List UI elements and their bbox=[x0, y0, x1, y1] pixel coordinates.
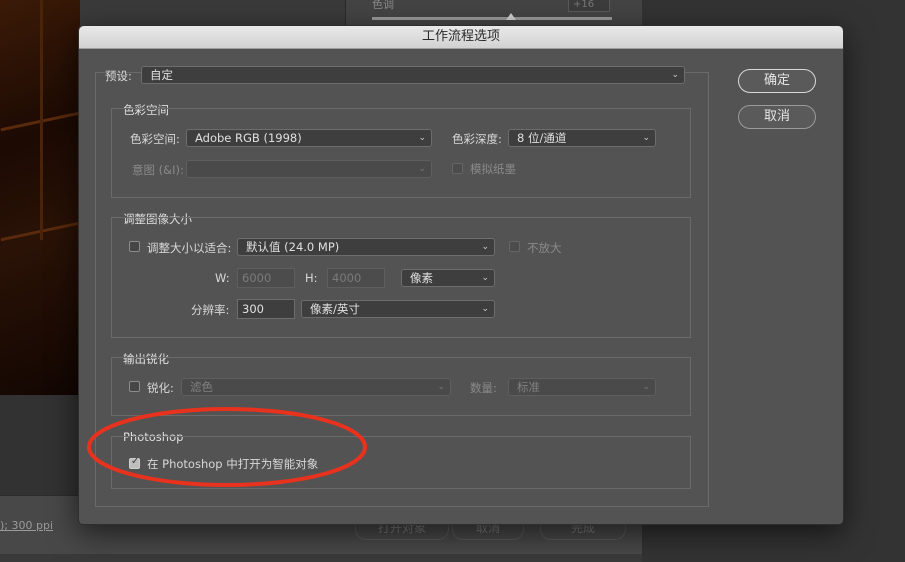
preset-value: 自定 bbox=[150, 68, 173, 82]
ok-button[interactable]: 确定 bbox=[738, 69, 816, 93]
chevron-down-icon: ⌄ bbox=[642, 382, 650, 392]
sharpen-select: 滤色 ⌄ bbox=[181, 378, 451, 396]
width-field: 6000 bbox=[237, 268, 295, 288]
sharpen-label: 锐化: bbox=[147, 381, 174, 395]
resolution-label: 分辨率: bbox=[191, 303, 230, 317]
resolution-unit-value: 像素/英寸 bbox=[310, 302, 360, 316]
dont-enlarge-label: 不放大 bbox=[527, 241, 562, 255]
intent-select: ⌄ bbox=[186, 160, 432, 178]
workflow-options-dialog: 工作流程选项 预设: 自定 ⌄ 色彩空间 色彩空间: Adobe RGB (19… bbox=[78, 25, 844, 525]
chevron-down-icon: ⌄ bbox=[481, 273, 489, 283]
cancel-button[interactable]: 取消 bbox=[738, 105, 816, 129]
smart-object-label: 在 Photoshop 中打开为智能对象 bbox=[147, 457, 319, 471]
tone-slider-track bbox=[372, 17, 612, 20]
width-label: W: bbox=[215, 271, 230, 285]
background-strip bbox=[0, 395, 80, 495]
chevron-down-icon: ⌄ bbox=[418, 164, 426, 174]
color-space-select[interactable]: Adobe RGB (1998) ⌄ bbox=[186, 129, 432, 147]
photo-detail bbox=[40, 0, 43, 240]
height-label: H: bbox=[305, 271, 318, 285]
tone-label: 色调 bbox=[372, 0, 394, 11]
background-photo bbox=[0, 0, 80, 395]
intent-label: 意图 (&I): bbox=[132, 163, 184, 177]
height-field: 4000 bbox=[327, 268, 385, 288]
color-space-group bbox=[111, 108, 691, 198]
background-tone-slider: 色调 +16 bbox=[360, 0, 615, 26]
resolution-field[interactable]: 300 bbox=[237, 299, 295, 319]
resize-to-fit-label: 调整大小以适合: bbox=[147, 241, 232, 255]
simulate-paper-checkbox bbox=[452, 163, 463, 174]
sharpen-value: 滤色 bbox=[190, 380, 213, 394]
size-unit-select[interactable]: 像素 ⌄ bbox=[401, 269, 495, 287]
resolution-unit-select[interactable]: 像素/英寸 ⌄ bbox=[301, 300, 495, 318]
simulate-paper-label: 模拟纸墨 bbox=[470, 162, 516, 176]
color-depth-value: 8 位/通道 bbox=[517, 131, 567, 145]
sharpen-checkbox[interactable] bbox=[129, 381, 140, 392]
amount-select: 标准 ⌄ bbox=[508, 378, 656, 396]
color-depth-label: 色彩深度: bbox=[452, 132, 502, 146]
resize-to-fit-checkbox[interactable] bbox=[129, 241, 140, 252]
smart-object-checkbox[interactable] bbox=[129, 456, 140, 469]
chevron-down-icon: ⌄ bbox=[671, 70, 679, 80]
chevron-down-icon: ⌄ bbox=[642, 133, 650, 143]
chevron-down-icon: ⌄ bbox=[481, 242, 489, 252]
tone-value: +16 bbox=[568, 0, 610, 12]
color-depth-select[interactable]: 8 位/通道 ⌄ bbox=[508, 129, 656, 147]
amount-label: 数量: bbox=[470, 381, 497, 395]
amount-value: 标准 bbox=[517, 380, 540, 394]
color-space-label: 色彩空间: bbox=[130, 132, 180, 146]
dialog-title: 工作流程选项 bbox=[79, 26, 843, 49]
tone-slider-thumb bbox=[506, 13, 516, 20]
preset-label: 预设: bbox=[105, 69, 132, 83]
resize-to-fit-select[interactable]: 默认值 (24.0 MP) ⌄ bbox=[237, 238, 495, 256]
resize-to-fit-value: 默认值 (24.0 MP) bbox=[246, 240, 340, 254]
size-unit-value: 像素 bbox=[410, 271, 433, 285]
chevron-down-icon: ⌄ bbox=[437, 382, 445, 392]
dont-enlarge-checkbox bbox=[509, 241, 520, 252]
color-space-value: Adobe RGB (1998) bbox=[195, 131, 302, 145]
preset-select[interactable]: 自定 ⌄ bbox=[141, 66, 685, 84]
chevron-down-icon: ⌄ bbox=[418, 133, 426, 143]
workflow-info-link[interactable]: ); 300 ppi bbox=[0, 519, 53, 532]
chevron-down-icon: ⌄ bbox=[481, 304, 489, 314]
